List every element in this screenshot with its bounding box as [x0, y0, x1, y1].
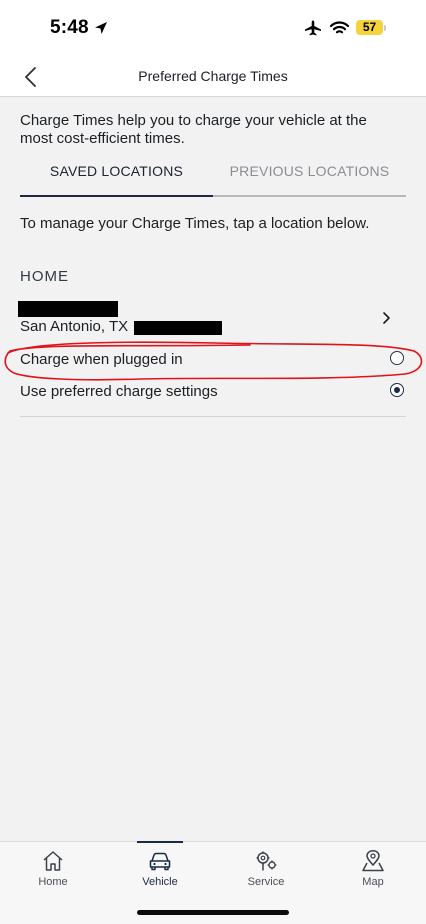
radio-selected-dot — [393, 386, 400, 393]
status-time: 5:48 — [50, 17, 89, 38]
tab-previous-locations[interactable]: PREVIOUS LOCATIONS — [213, 159, 406, 197]
location-arrow-icon — [94, 21, 108, 40]
battery-tip — [384, 25, 386, 31]
tab-saved-locations[interactable]: SAVED LOCATIONS — [20, 159, 213, 197]
car-icon — [147, 850, 173, 872]
redacted-address — [134, 321, 222, 335]
tab-bar-service[interactable]: Service — [213, 842, 319, 892]
location-city: San Antonio, TX — [20, 318, 129, 335]
tab-bar-label: Map — [362, 876, 384, 888]
airplane-icon — [304, 20, 322, 41]
battery-icon: 57 — [356, 20, 383, 35]
chevron-right-icon — [379, 310, 393, 331]
tab-bar-label: Service — [247, 876, 285, 888]
wifi-icon — [329, 21, 350, 40]
option-label: Use preferred charge settings — [20, 383, 218, 400]
main-content: Charge Times help you to charge your veh… — [0, 97, 426, 842]
option-charge-when-plugged[interactable]: Charge when plugged in — [0, 345, 426, 375]
wrench-gear-icon — [253, 850, 279, 872]
radio-preferred-settings[interactable] — [390, 383, 404, 397]
section-title-home: HOME — [20, 268, 69, 285]
home-indicator — [137, 910, 289, 915]
status-bar: 5:48 57 — [0, 0, 426, 58]
tab-bar-label: Vehicle — [142, 876, 178, 888]
option-preferred-settings[interactable]: Use preferred charge settings — [0, 377, 426, 407]
manage-instructions: To manage your Charge Times, tap a locat… — [20, 215, 370, 232]
tab-bar-home[interactable]: Home — [0, 842, 106, 892]
home-icon — [40, 850, 66, 872]
radio-charge-when-plugged[interactable] — [390, 351, 404, 365]
option-label: Charge when plugged in — [20, 351, 183, 368]
location-tabs: SAVED LOCATIONS PREVIOUS LOCATIONS — [20, 159, 406, 197]
active-tab-indicator — [137, 841, 183, 843]
map-pin-icon — [360, 850, 386, 872]
tab-bar-vehicle[interactable]: Vehicle — [107, 841, 213, 892]
page-title: Preferred Charge Times — [138, 68, 288, 84]
tab-bar-map[interactable]: Map — [320, 842, 426, 892]
section-divider — [20, 416, 406, 417]
tab-bar-label: Home — [38, 876, 68, 888]
nav-header: Preferred Charge Times — [0, 58, 426, 97]
intro-text: Charge Times help you to charge your veh… — [20, 112, 367, 147]
